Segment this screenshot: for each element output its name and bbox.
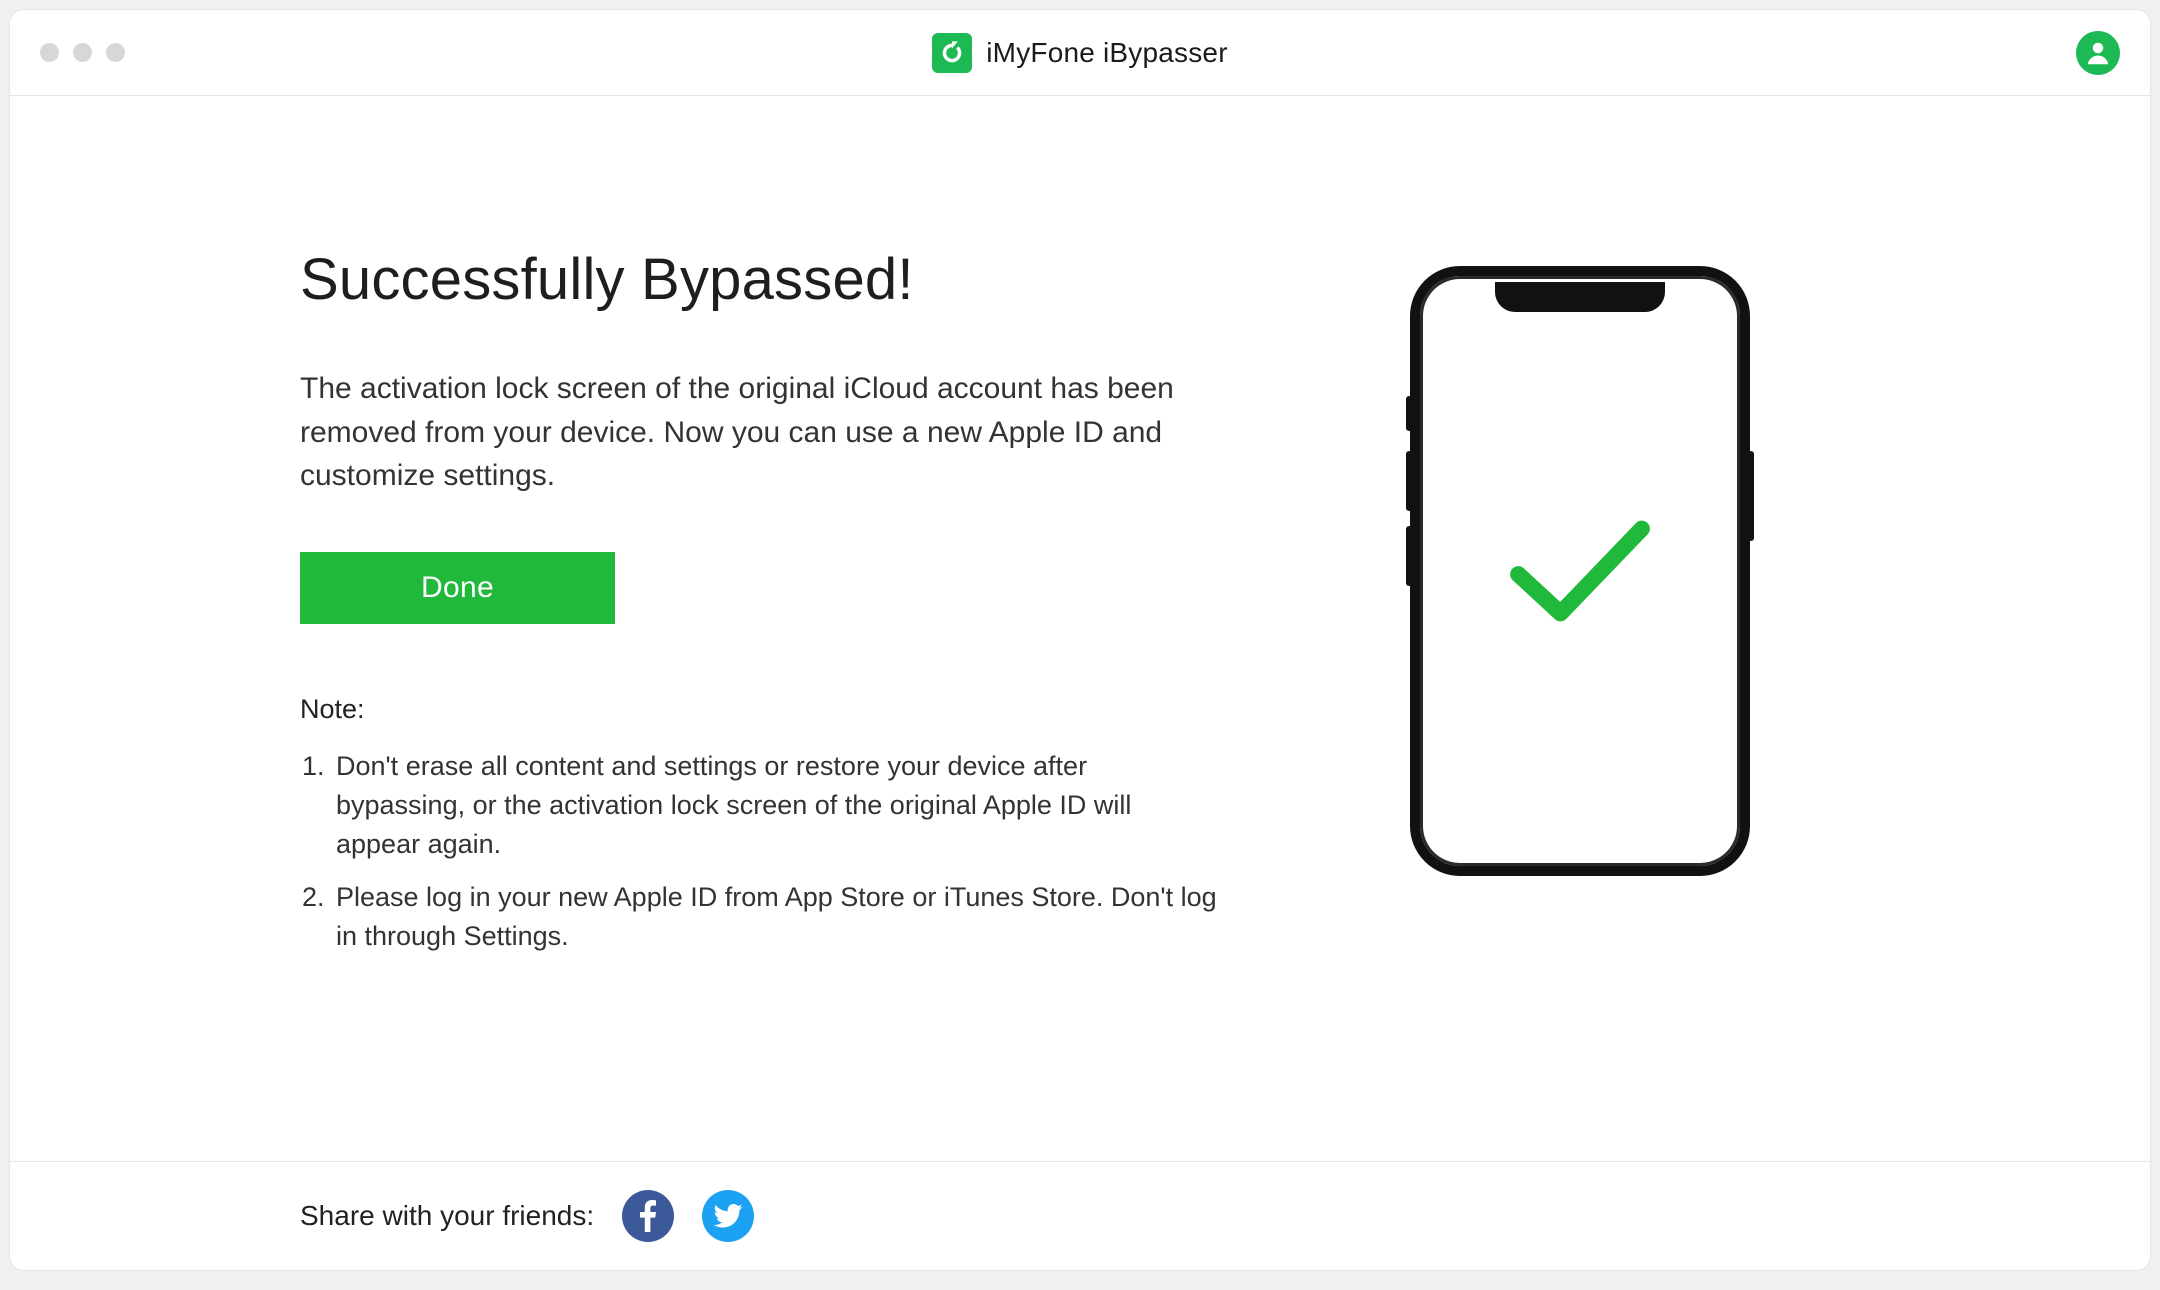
share-label: Share with your friends:	[300, 1200, 594, 1232]
content-right	[1320, 246, 1840, 1161]
note-item: Don't erase all content and settings or …	[332, 747, 1220, 864]
footer: Share with your friends:	[10, 1161, 2150, 1270]
phone-side-button	[1748, 451, 1754, 541]
phone-screen	[1426, 282, 1734, 860]
maximize-window-button[interactable]	[106, 43, 125, 62]
title-center: iMyFone iBypasser	[10, 33, 2150, 73]
share-twitter-button[interactable]	[702, 1190, 754, 1242]
content-left: Successfully Bypassed! The activation lo…	[300, 246, 1320, 1161]
checkmark-icon	[1495, 506, 1665, 636]
phone-illustration	[1410, 266, 1750, 876]
app-logo-icon	[932, 33, 972, 73]
notes-list: Don't erase all content and settings or …	[300, 747, 1220, 957]
page-description: The activation lock screen of the origin…	[300, 367, 1220, 498]
phone-side-button	[1406, 396, 1412, 431]
account-button[interactable]	[2076, 31, 2120, 75]
page-title: Successfully Bypassed!	[300, 246, 1320, 313]
window-controls	[40, 43, 125, 62]
titlebar: iMyFone iBypasser	[10, 10, 2150, 96]
app-window: iMyFone iBypasser Successfully Bypassed!…	[10, 10, 2150, 1270]
content-area: Successfully Bypassed! The activation lo…	[10, 96, 2150, 1161]
twitter-icon	[713, 1204, 743, 1228]
close-window-button[interactable]	[40, 43, 59, 62]
facebook-icon	[639, 1200, 657, 1232]
done-button[interactable]: Done	[300, 552, 615, 624]
phone-notch	[1495, 282, 1665, 312]
phone-side-button	[1406, 451, 1412, 511]
phone-side-button	[1406, 526, 1412, 586]
note-item: Please log in your new Apple ID from App…	[332, 878, 1220, 956]
share-facebook-button[interactable]	[622, 1190, 674, 1242]
note-heading: Note:	[300, 694, 1320, 725]
app-name: iMyFone iBypasser	[986, 37, 1227, 69]
minimize-window-button[interactable]	[73, 43, 92, 62]
